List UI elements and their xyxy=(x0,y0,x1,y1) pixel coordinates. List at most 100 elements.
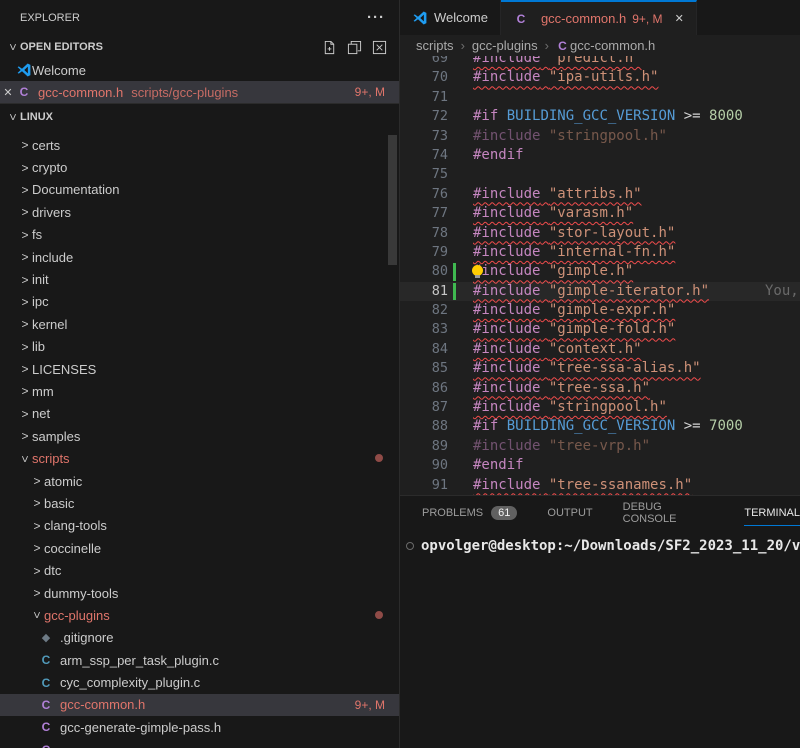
code-line-69[interactable]: 69#include "predict.h" xyxy=(400,56,800,68)
code-line-87[interactable]: 87#include "stringpool.h" xyxy=(400,398,800,417)
editor-area: WelcomeCgcc-common.h9+, M✕ scripts›gcc-p… xyxy=(400,0,800,748)
command-decoration-icon[interactable] xyxy=(406,542,414,550)
terminal[interactable]: opvolger@desktop:~/Downloads/SF2_2023_11… xyxy=(400,530,800,748)
open-editor-item-welcome[interactable]: Welcome xyxy=(0,59,399,81)
tree-item-documentation[interactable]: >Documentation xyxy=(0,179,399,201)
code-line-72[interactable]: 72#if BUILDING_GCC_VERSION >= 8000 xyxy=(400,107,800,126)
tree-item-gcc-common-h[interactable]: Cgcc-common.h9+, M xyxy=(0,694,399,716)
panel-tab-output[interactable]: OUTPUT xyxy=(547,496,592,530)
breadcrumb-item-gcc-common-h[interactable]: Cgcc-common.h xyxy=(556,38,655,53)
vscode-logo-icon xyxy=(412,10,428,26)
tree-item-label: arm_ssp_per_task_plugin.c xyxy=(60,653,219,668)
code-line-70[interactable]: 70#include "ipa-utils.h" xyxy=(400,68,800,87)
tree-item-certs[interactable]: >certs xyxy=(0,134,399,156)
code-text: #include "varasm.h" xyxy=(473,204,633,223)
tree-item-coccinelle[interactable]: >coccinelle xyxy=(0,537,399,559)
code-line-71[interactable]: 71 xyxy=(400,88,800,107)
close-all-editors-icon[interactable] xyxy=(372,40,387,55)
line-number: 77 xyxy=(400,204,448,223)
code-text: #include "tree-ssa.h" xyxy=(473,379,650,398)
code-text: #include "gimple.h" xyxy=(473,262,633,281)
problems-count-badge: 61 xyxy=(491,506,517,520)
line-number: 88 xyxy=(400,417,448,436)
modified-badge: 9+, M xyxy=(355,698,399,712)
chevron-right-icon: > xyxy=(30,564,44,578)
code-line-77[interactable]: 77 #include "varasm.h" xyxy=(400,204,800,223)
code-line-89[interactable]: 89#include "tree-vrp.h" xyxy=(400,437,800,456)
code-line-90[interactable]: 90#endif xyxy=(400,456,800,475)
tree-item-dummy-tools[interactable]: >dummy-tools xyxy=(0,582,399,604)
chevron-right-icon: > xyxy=(18,205,32,219)
breadcrumb-item-scripts[interactable]: scripts xyxy=(416,38,454,53)
tree-item-licenses[interactable]: >LICENSES xyxy=(0,358,399,380)
tree-item-fs[interactable]: >fs xyxy=(0,224,399,246)
code-text: #include "predict.h" xyxy=(473,56,642,68)
line-number: 80 xyxy=(400,262,448,281)
code-line-91[interactable]: 91#include "tree-ssanames.h" xyxy=(400,476,800,495)
code-line-86[interactable]: 86#include "tree-ssa.h" xyxy=(400,379,800,398)
code-line-81[interactable]: 81#include "gimple-iterator.h"You, xyxy=(400,282,800,301)
tree-item-drivers[interactable]: >drivers xyxy=(0,201,399,223)
tree-item-clang-tools[interactable]: >clang-tools xyxy=(0,515,399,537)
tree-item-gitignore[interactable]: ◆.gitignore xyxy=(0,627,399,649)
tree-item-mm[interactable]: >mm xyxy=(0,380,399,402)
tree-item-init[interactable]: >init xyxy=(0,268,399,290)
panel-tab-debug-console[interactable]: DEBUG CONSOLE xyxy=(623,496,715,530)
tree-item-label: basic xyxy=(44,496,74,511)
tree-item-label: init xyxy=(32,272,49,287)
code-line-73[interactable]: 73#include "stringpool.h" xyxy=(400,127,800,146)
code-text: #include "stringpool.h" xyxy=(473,398,667,417)
terminal-prompt-line: opvolger@desktop:~/Downloads/SF2_2023_11… xyxy=(406,536,800,555)
tab-welcome[interactable]: Welcome xyxy=(400,0,501,35)
tree-item-cyc-complexity-plugin-c[interactable]: Ccyc_complexity_plugin.c xyxy=(0,671,399,693)
chevron-down-icon: > xyxy=(6,40,20,54)
tree-item-label: drivers xyxy=(32,205,71,220)
code-line-83[interactable]: 83#include "gimple-fold.h" xyxy=(400,320,800,339)
tree-item-basic[interactable]: >basic xyxy=(0,492,399,514)
tree-item-lib[interactable]: >lib xyxy=(0,336,399,358)
tree-item-gcc-generate-gimple-pass-h[interactable]: Cgcc-generate-gimple-pass.h xyxy=(0,716,399,738)
tab-gcc-common-h[interactable]: Cgcc-common.h9+, M✕ xyxy=(501,0,697,35)
code-line-88[interactable]: 88#if BUILDING_GCC_VERSION >= 7000 xyxy=(400,417,800,436)
close-icon[interactable]: ✕ xyxy=(0,86,16,99)
tree-item-scripts[interactable]: >scripts xyxy=(0,447,399,469)
code-line-80[interactable]: 80 #include "gimple.h" xyxy=(400,262,800,281)
panel-tab-terminal[interactable]: TERMINAL xyxy=(744,496,800,530)
open-editors-section-header[interactable]: > OPEN EDITORS xyxy=(0,35,399,59)
workspace-section-header[interactable]: > LINUX xyxy=(0,103,399,130)
chevron-right-icon: > xyxy=(18,429,32,443)
file-tree: >certs>crypto>Documentation>drivers>fs>i… xyxy=(0,130,399,748)
code-editor[interactable]: 69#include "predict.h"70#include "ipa-ut… xyxy=(400,56,800,495)
tree-item-dtc[interactable]: >dtc xyxy=(0,559,399,581)
tree-item-net[interactable]: >net xyxy=(0,403,399,425)
open-editor-item-gcc-common-h[interactable]: ✕Cgcc-common.hscripts/gcc-plugins9+, M xyxy=(0,81,399,103)
panel-tab-problems[interactable]: PROBLEMS61 xyxy=(422,496,517,530)
code-line-79[interactable]: 79#include "internal-fn.h" xyxy=(400,243,800,262)
save-all-icon[interactable] xyxy=(347,40,362,55)
code-text: #include "stor-layout.h" xyxy=(473,224,675,243)
line-number: 71 xyxy=(400,88,448,107)
code-line-78[interactable]: 78#include "stor-layout.h" xyxy=(400,224,800,243)
tree-item-samples[interactable]: >samples xyxy=(0,425,399,447)
code-line-84[interactable]: 84#include "context.h" xyxy=(400,340,800,359)
tab-close-icon[interactable]: ✕ xyxy=(675,12,684,25)
tree-item-gcc-plugins[interactable]: >gcc-plugins xyxy=(0,604,399,626)
code-line-76[interactable]: 76#include "attribs.h" xyxy=(400,185,800,204)
breadcrumb-item-gcc-plugins[interactable]: gcc-plugins xyxy=(472,38,538,53)
code-line-82[interactable]: 82#include "gimple-expr.h" xyxy=(400,301,800,320)
c-file-icon: C xyxy=(16,85,32,99)
more-actions-icon[interactable]: ··· xyxy=(367,9,385,26)
tree-item-ipc[interactable]: >ipc xyxy=(0,291,399,313)
tree-item-include[interactable]: >include xyxy=(0,246,399,268)
new-file-icon[interactable] xyxy=(322,40,337,55)
sidebar-scrollbar[interactable] xyxy=(388,135,397,265)
tree-item-atomic[interactable]: >atomic xyxy=(0,470,399,492)
tree-item-partial[interactable]: C xyxy=(0,739,399,748)
tree-item-kernel[interactable]: >kernel xyxy=(0,313,399,335)
tree-item-arm-ssp-per-task-plugin-c[interactable]: Carm_ssp_per_task_plugin.c xyxy=(0,649,399,671)
code-line-75[interactable]: 75 xyxy=(400,165,800,184)
code-line-85[interactable]: 85#include "tree-ssa-alias.h" xyxy=(400,359,800,378)
tree-item-crypto[interactable]: >crypto xyxy=(0,156,399,178)
code-line-74[interactable]: 74#endif xyxy=(400,146,800,165)
workspace-label: LINUX xyxy=(20,111,53,123)
